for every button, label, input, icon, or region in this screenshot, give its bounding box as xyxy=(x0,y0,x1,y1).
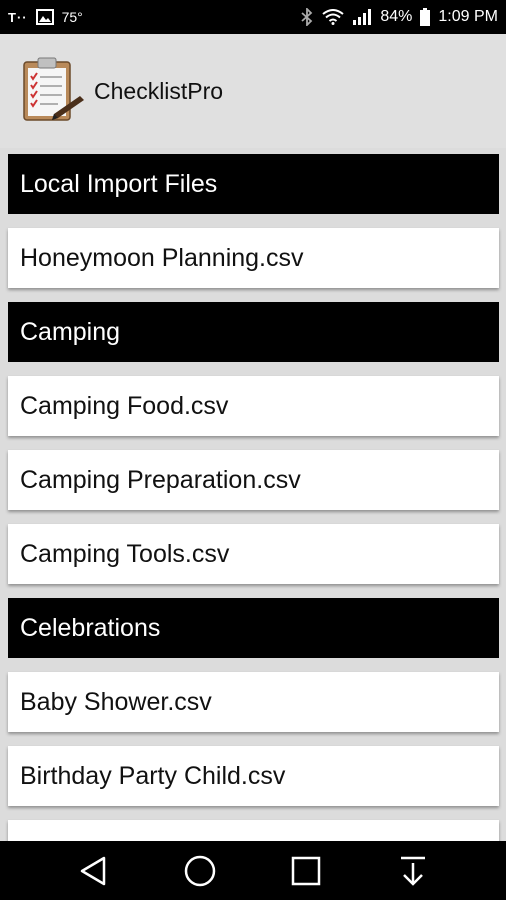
status-bar: T·· 75° 84% 1:09 PM xyxy=(0,0,506,34)
list-item-label: Baby Shower.csv xyxy=(20,687,212,716)
temperature-label: 75° xyxy=(61,9,83,25)
list-item-label: Camping Preparation.csv xyxy=(20,465,301,494)
section-header: Celebrations xyxy=(8,598,499,658)
recents-button[interactable] xyxy=(281,846,331,896)
recents-icon xyxy=(292,856,321,885)
back-button[interactable] xyxy=(68,846,118,896)
list-item-label: Camping Food.csv xyxy=(20,391,229,420)
battery-icon xyxy=(420,8,431,26)
back-icon xyxy=(81,856,106,885)
section-header-label: Celebrations xyxy=(20,613,161,642)
list-item[interactable] xyxy=(8,820,499,841)
image-notification-icon xyxy=(35,9,54,25)
wifi-icon xyxy=(322,9,344,25)
section-header: Local Import Files xyxy=(8,154,499,214)
battery-percent-label: 84% xyxy=(380,8,413,25)
download-icon xyxy=(400,856,425,886)
section-header-label: Camping xyxy=(20,317,121,346)
list-item-label: Honeymoon Planning.csv xyxy=(20,243,304,272)
signal-icon xyxy=(352,9,372,25)
bluetooth-icon xyxy=(300,8,314,26)
list-item[interactable]: Honeymoon Planning.csv xyxy=(8,228,499,288)
status-right: 84% 1:09 PM xyxy=(300,8,498,26)
list-item[interactable]: Birthday Party Child.csv xyxy=(8,746,499,806)
list-item[interactable]: Baby Shower.csv xyxy=(8,672,499,732)
home-icon xyxy=(184,855,215,886)
list-item[interactable]: Camping Preparation.csv xyxy=(8,450,499,510)
app-title: ChecklistPro xyxy=(94,77,224,104)
clock-label: 1:09 PM xyxy=(438,8,498,25)
section-header: Camping xyxy=(8,302,499,362)
status-left: T·· 75° xyxy=(8,9,83,25)
clipboard-checklist-icon xyxy=(18,56,88,126)
list-item[interactable]: Camping Tools.csv xyxy=(8,524,499,584)
checklist-file-list[interactable]: Local Import Files Honeymoon Planning.csv… xyxy=(0,148,506,841)
list-item-label: Camping Tools.csv xyxy=(20,539,230,568)
list-item[interactable]: Camping Food.csv xyxy=(8,376,499,436)
download-notification-button[interactable] xyxy=(388,846,438,896)
section-header-label: Local Import Files xyxy=(20,169,218,198)
app-bar: ChecklistPro xyxy=(0,34,506,148)
home-button[interactable] xyxy=(175,846,225,896)
carrier-label: T·· xyxy=(8,9,28,25)
navigation-bar xyxy=(0,841,506,900)
list-item-label: Birthday Party Child.csv xyxy=(20,761,286,790)
